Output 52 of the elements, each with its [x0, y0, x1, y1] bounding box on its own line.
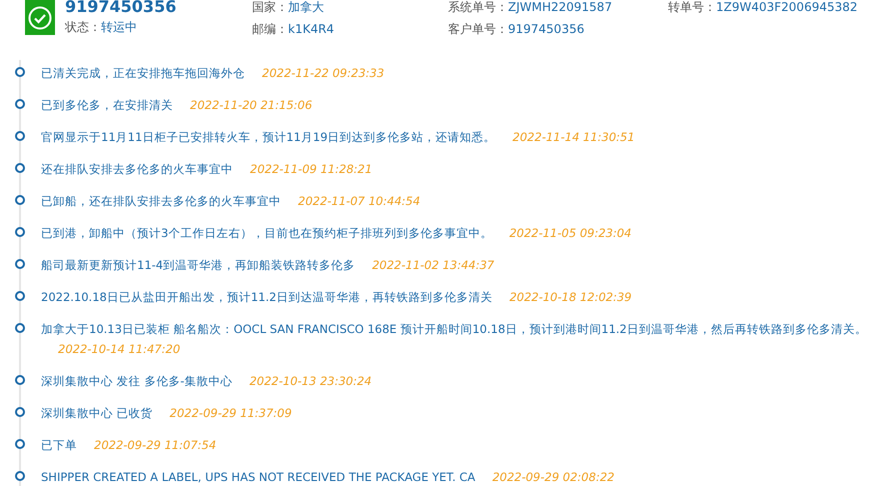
field-label: 系统单号：	[448, 0, 508, 14]
event-text: 深圳集散中心 已收货	[41, 406, 153, 420]
event-text: SHIPPER CREATED A LABEL, UPS HAS NOT RECEIVED THE PACKAGE YET. CA	[41, 470, 476, 484]
tracking-number: 9197450356	[65, 0, 178, 16]
timeline-dot	[15, 471, 25, 481]
field-value: 9197450356	[508, 22, 584, 36]
event-text: 已卸船，还在排队安排去多伦多的火车事宜中	[41, 194, 281, 208]
event-text: 官网显示于11月11日柜子已安排转火车，预计11月19日到达到多伦多站，还请知悉。	[41, 130, 496, 144]
timeline-dot	[15, 439, 25, 449]
event-time: 2022-11-22 09:23:33	[262, 65, 384, 82]
event-text: 已清关完成，正在安排拖车拖回海外仓	[41, 66, 245, 80]
status-label: 状态：	[65, 20, 101, 34]
field-value: 加拿大	[288, 0, 324, 14]
event-time: 2022-11-05 09:23:04	[509, 225, 632, 242]
event-time: 2022-10-13 23:30:24	[249, 373, 372, 390]
event-time: 2022-11-09 11:28:21	[250, 161, 372, 178]
timeline-dot	[15, 291, 25, 301]
field-label: 客户单号：	[448, 22, 508, 36]
event-text: 船司最新更新预计11-4到温哥华港，再卸船装铁路转多伦多	[41, 258, 356, 272]
field-label: 转单号：	[668, 0, 716, 14]
event-time: 2022-09-29 11:07:54	[94, 437, 216, 454]
timeline-dot	[15, 375, 25, 385]
event-time: 2022-09-29 02:08:22	[492, 469, 614, 486]
field-value: ZJWMH22091587	[508, 0, 612, 14]
event-time: 2022-10-18 12:02:39	[509, 289, 632, 306]
event-text: 还在排队安排去多伦多的火车事宜中	[41, 162, 233, 176]
field-value: 1Z9W403F2006945382	[716, 0, 858, 14]
event-time: 2022-11-02 13:44:37	[372, 257, 494, 274]
event-text: 已到多伦多，在安排清关	[41, 98, 173, 112]
event-time: 2022-10-14 11:47:20	[58, 341, 180, 358]
timeline-dot	[15, 323, 25, 333]
event-text: 已下单	[41, 438, 77, 452]
event-time: 2022-09-29 11:37:09	[170, 405, 292, 422]
field-label: 邮编：	[252, 22, 288, 36]
event-text: 深圳集散中心 发往 多伦多-集散中心	[41, 374, 232, 388]
timeline-dot	[15, 67, 25, 77]
event-text: 加拿大于10.13日已装柜 船名船次：OOCL SAN FRANCISCO 168E 预计开船时间10.18日，预计到港时间11.2日到温哥华港，然后再转铁路到多伦多清关。	[41, 322, 867, 336]
event-time: 2022-11-14 11:30:51	[512, 129, 635, 146]
timeline-dot	[15, 407, 25, 417]
timeline-dot	[15, 195, 25, 205]
event-text: 已到港，卸船中（预计3个工作日左右），目前也在预约柜子排班列到多伦多事宜中。	[41, 226, 492, 240]
field-label: 国家：	[252, 0, 288, 14]
timeline-dot	[15, 163, 25, 173]
status-value: 转运中	[101, 20, 137, 34]
event-time: 2022-11-07 10:44:54	[298, 193, 420, 210]
event-text: 2022.10.18日已从盐田开船出发，预计11.2日到达温哥华港，再转铁路到多伦多清关	[41, 290, 492, 304]
timeline-dot	[15, 227, 25, 237]
timeline-dot	[15, 99, 25, 109]
event-time: 2022-11-20 21:15:06	[190, 97, 312, 114]
timeline-dot	[15, 259, 25, 269]
timeline-dot	[15, 131, 25, 141]
field-value: k1K4R4	[288, 22, 334, 36]
